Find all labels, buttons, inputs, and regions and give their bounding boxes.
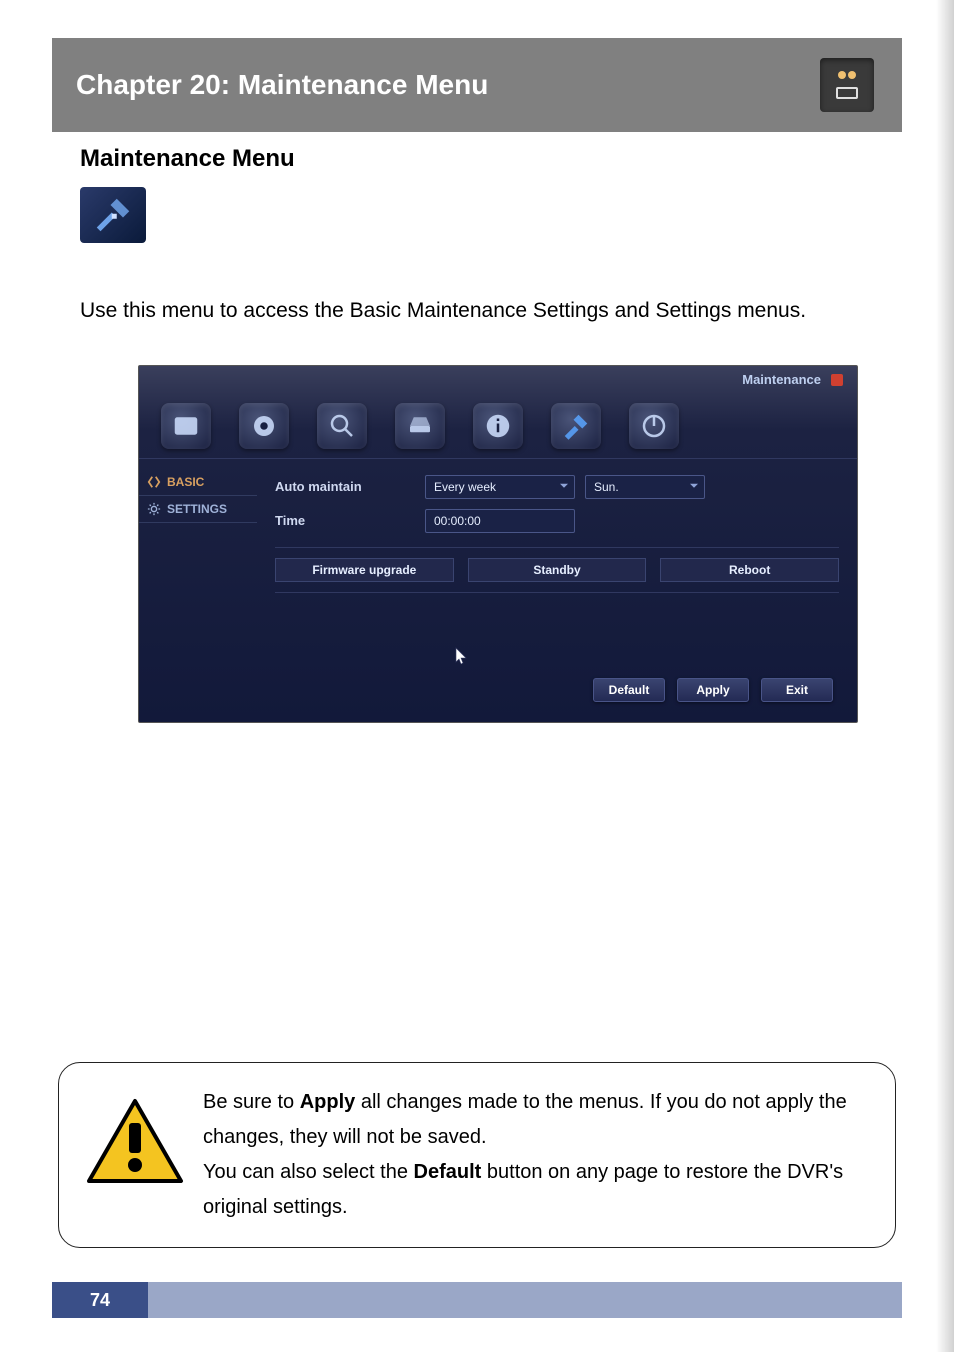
tab-general-icon[interactable] <box>161 403 211 449</box>
btn-label: Apply <box>696 683 729 697</box>
apply-button[interactable]: Apply <box>677 678 749 702</box>
time-input[interactable]: 00:00:00 <box>425 509 575 533</box>
time-label: Time <box>275 513 415 528</box>
bold-apply: Apply <box>300 1091 356 1113</box>
tab-power-icon[interactable] <box>629 403 679 449</box>
dvr-body: BASIC SETTINGS Auto maintain Every week … <box>139 458 857 714</box>
dvr-main-panel: Auto maintain Every week Sun. Time 00:00… <box>257 459 857 714</box>
warning-text: Be sure to Apply all changes made to the… <box>203 1085 869 1225</box>
dvr-window-title: Maintenance <box>742 372 821 387</box>
tab-hdd-icon[interactable] <box>395 403 445 449</box>
auto-maintain-label: Auto maintain <box>275 479 415 494</box>
bold-default: Default <box>414 1161 482 1183</box>
btn-label: Standby <box>533 563 580 577</box>
dvr-screenshot: Maintenance BASIC SETTINGS <box>138 365 858 723</box>
section-heading: Maintenance Menu <box>80 145 874 173</box>
close-chip-icon[interactable] <box>831 374 843 386</box>
footer-bar <box>52 1282 902 1318</box>
text-fragment: You can also select the <box>203 1161 414 1183</box>
footer-button-row: Default Apply Exit <box>275 678 839 702</box>
exit-button[interactable]: Exit <box>761 678 833 702</box>
btn-label: Exit <box>786 683 808 697</box>
auto-maintain-day-select[interactable]: Sun. <box>585 475 705 499</box>
row-auto-maintain: Auto maintain Every week Sun. <box>275 475 839 499</box>
reboot-button[interactable]: Reboot <box>660 558 839 582</box>
chapter-header: Chapter 20: Maintenance Menu <box>52 38 902 132</box>
sidebar-item-label: BASIC <box>167 475 204 489</box>
btn-label: Default <box>609 683 650 697</box>
dvr-window-header: Maintenance <box>139 366 857 394</box>
tab-info-icon[interactable] <box>473 403 523 449</box>
sidebar-item-settings[interactable]: SETTINGS <box>139 496 257 523</box>
action-button-row: Firmware upgrade Standby Reboot <box>275 547 839 593</box>
auto-maintain-period-select[interactable]: Every week <box>425 475 575 499</box>
btn-label: Reboot <box>729 563 770 577</box>
camera-badge-icon <box>820 58 874 112</box>
chapter-title: Chapter 20: Maintenance Menu <box>76 69 488 101</box>
standby-button[interactable]: Standby <box>468 558 647 582</box>
sidebar-item-basic[interactable]: BASIC <box>139 469 257 496</box>
tab-record-icon[interactable] <box>239 403 289 449</box>
page-number: 74 <box>52 1282 148 1318</box>
page-shadow <box>936 0 954 1352</box>
page-content: Maintenance Menu Use this menu to access… <box>80 145 874 723</box>
dd-value: Every week <box>434 480 496 494</box>
dd-value: Sun. <box>594 480 619 494</box>
default-button[interactable]: Default <box>593 678 665 702</box>
warning-triangle-icon <box>85 1097 185 1187</box>
row-time: Time 00:00:00 <box>275 509 839 533</box>
dvr-top-tabs <box>139 394 857 458</box>
btn-label: Firmware upgrade <box>312 563 416 577</box>
tab-search-icon[interactable] <box>317 403 367 449</box>
text-fragment: Be sure to <box>203 1091 300 1113</box>
firmware-upgrade-button[interactable]: Firmware upgrade <box>275 558 454 582</box>
tab-maintenance-icon[interactable] <box>551 403 601 449</box>
time-value: 00:00:00 <box>434 514 481 528</box>
cursor-icon <box>455 647 839 668</box>
warning-callout: Be sure to Apply all changes made to the… <box>58 1062 896 1248</box>
sidebar-item-label: SETTINGS <box>167 502 227 516</box>
intro-paragraph: Use this menu to access the Basic Mainte… <box>80 291 874 331</box>
dvr-sidebar: BASIC SETTINGS <box>139 459 257 714</box>
maintenance-thumb-icon <box>80 187 146 243</box>
